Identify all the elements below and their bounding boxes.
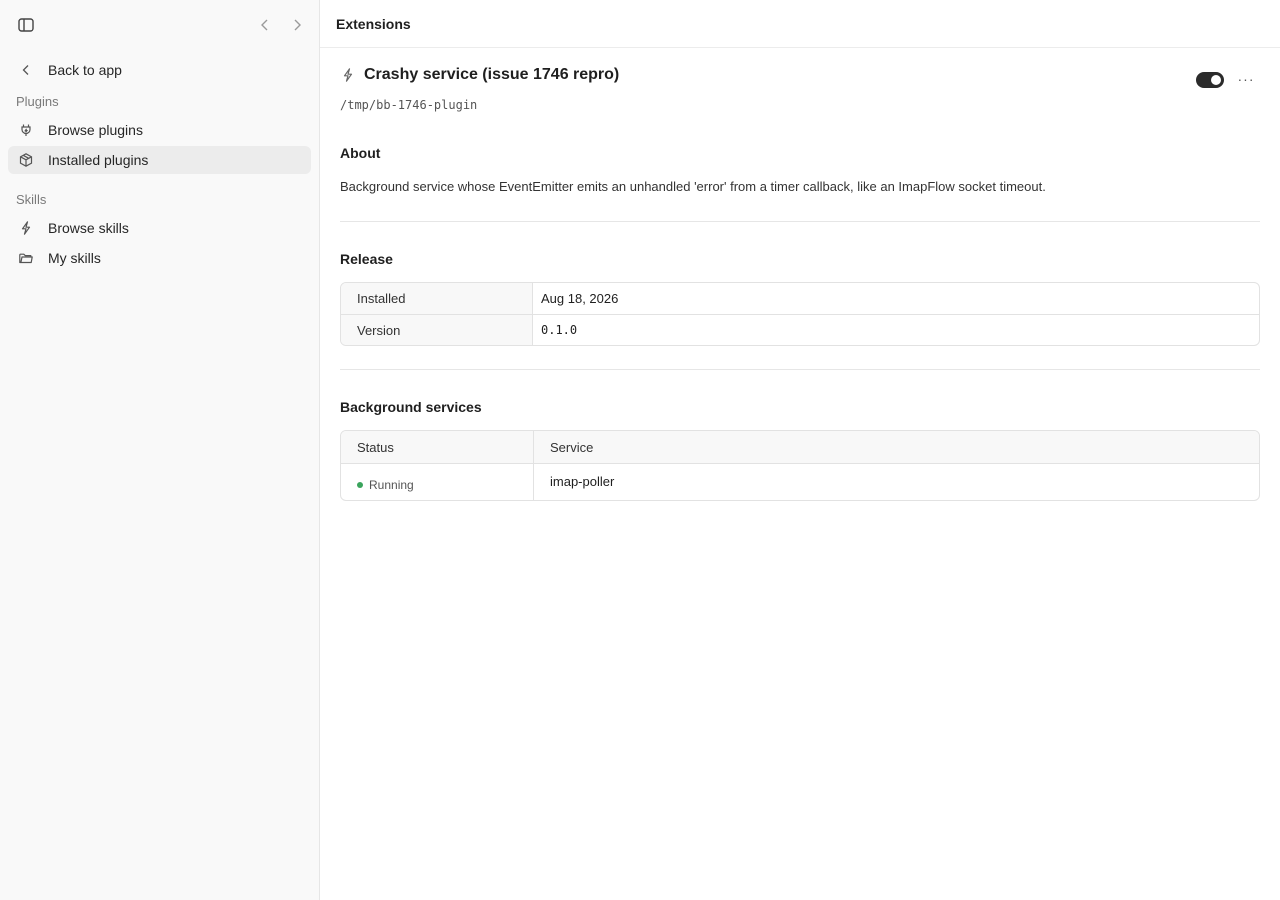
plugin-detail: Crashy service (issue 1746 repro) /tmp/b… (340, 48, 1260, 501)
sidebar-item-browse-skills[interactable]: Browse skills (8, 214, 311, 242)
folder-icon (18, 250, 34, 266)
table-row: Version 0.1.0 (341, 314, 1259, 345)
sidebar-item-my-skills[interactable]: My skills (8, 244, 311, 272)
skills-section-label: Skills (16, 192, 47, 207)
bolt-icon (340, 67, 356, 83)
plugin-name: Crashy service (issue 1746 repro) (364, 66, 620, 83)
plug-icon (18, 122, 34, 138)
services-heading: Background services (340, 399, 482, 415)
release-value-installed: Aug 18, 2026 (541, 291, 619, 306)
service-status: Running (341, 464, 534, 500)
divider (340, 221, 1260, 222)
sidebar-top-bar (16, 14, 307, 36)
sidebar-item-label: Installed plugins (48, 152, 149, 168)
chevron-left-icon (18, 62, 34, 78)
release-value-version: 0.1.0 (541, 323, 578, 337)
service-name: imap-poller (550, 473, 615, 489)
table-row: Installed Aug 18, 2026 (341, 283, 1259, 314)
sidebar-item-browse-plugins[interactable]: Browse plugins (8, 116, 311, 144)
back-to-app-link[interactable]: Back to app (8, 56, 311, 84)
plugins-section-label: Plugins (16, 94, 59, 109)
package-icon (18, 152, 34, 168)
sidebar: Back to app Plugins Browse plugins Insta… (0, 0, 320, 900)
bolt-icon (18, 220, 34, 236)
chevron-right-icon[interactable] (287, 15, 307, 35)
sidebar-item-installed-plugins[interactable]: Installed plugins (8, 146, 311, 174)
status-badge: Running (369, 478, 414, 492)
services-table-header: Status Service (341, 431, 1259, 464)
about-description: Background service whose EventEmitter em… (340, 179, 1046, 194)
column-header-service: Service (550, 439, 594, 455)
plugin-enabled-toggle[interactable] (1196, 72, 1224, 88)
back-to-app-label: Back to app (48, 62, 122, 78)
release-table: Installed Aug 18, 2026 Version 0.1.0 (340, 282, 1260, 346)
divider (340, 369, 1260, 370)
main-panel: Extensions Crashy service (issue 1746 re… (320, 0, 1280, 900)
plugin-path: /tmp/bb-1746-plugin (340, 98, 478, 112)
release-heading: Release (340, 251, 393, 267)
sidebar-item-label: My skills (48, 250, 101, 266)
plugin-title-row: Crashy service (issue 1746 repro) (340, 66, 619, 84)
about-heading: About (340, 145, 381, 161)
table-row: Running imap-poller (341, 464, 1259, 500)
column-header-status: Status (341, 431, 534, 463)
status-dot-icon (357, 482, 363, 488)
release-key-installed: Installed (341, 283, 533, 314)
more-options-icon[interactable]: ··· (1236, 70, 1256, 90)
sidebar-item-label: Browse skills (48, 220, 129, 236)
sidebar-toggle-icon[interactable] (16, 15, 36, 35)
release-key-version: Version (341, 315, 533, 345)
plugin-header: Crashy service (issue 1746 repro) /tmp/b… (340, 48, 1260, 118)
services-table: Status Service Running imap-poller (340, 430, 1260, 501)
history-nav (255, 15, 307, 35)
chevron-left-icon[interactable] (255, 15, 275, 35)
app-root: Back to app Plugins Browse plugins Insta… (0, 0, 1280, 900)
sidebar-item-label: Browse plugins (48, 122, 143, 138)
page-title: Extensions (320, 0, 1280, 48)
